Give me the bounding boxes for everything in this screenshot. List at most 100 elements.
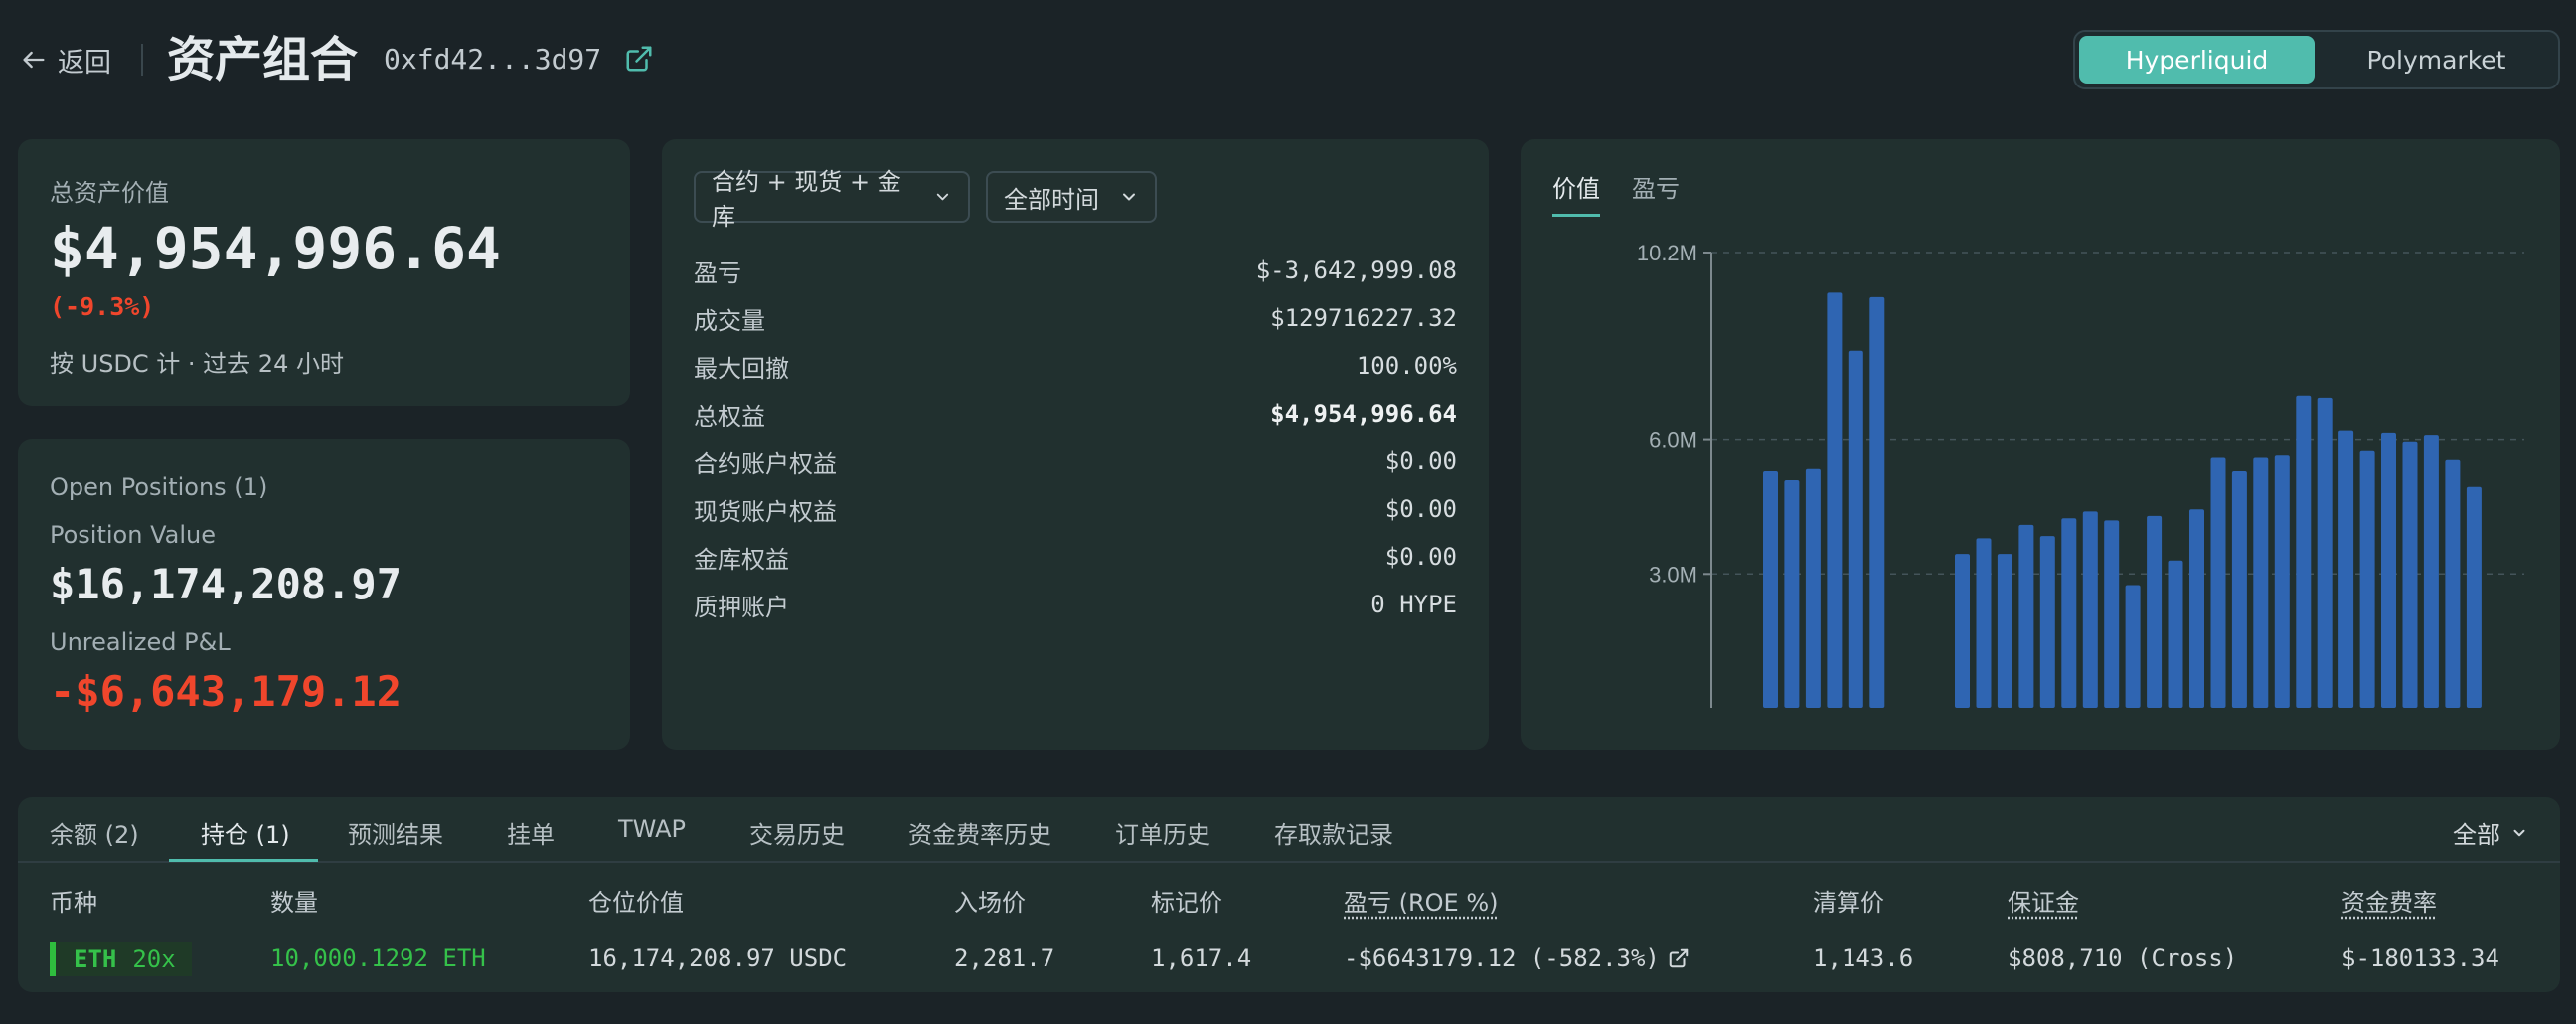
stat-label: 现货账户权益 [694, 497, 837, 526]
tab-deposits-withdrawals[interactable]: 存取款记录 [1274, 815, 1393, 863]
y-tick-label: 10.2M [1637, 241, 1697, 265]
chart-bar[interactable] [2210, 457, 2226, 709]
stat-value: 0 HYPE [1370, 591, 1457, 618]
stat-row-pnl: 盈亏 $-3,642,999.08 [694, 247, 1457, 294]
total-value: $4,954,996.64 [50, 215, 501, 282]
time-dropdown-label: 全部时间 [1004, 185, 1099, 214]
stat-row-vault-equity: 金库权益 $0.00 [694, 533, 1457, 581]
column-header[interactable]: 资金费率 [2341, 883, 2437, 918]
open-positions-title: Open Positions (1) [50, 473, 268, 501]
margin-cell: $808,710 (Cross) [2008, 944, 2238, 972]
table-filter-dropdown[interactable]: 全部 [2453, 815, 2528, 850]
chart-bar[interactable] [2104, 520, 2120, 708]
column-header[interactable]: 盈亏 (ROE %) [1344, 883, 1499, 918]
stat-row-staking: 质押账户 0 HYPE [694, 581, 1457, 628]
chart-bar[interactable] [2445, 459, 2461, 708]
chart-bar[interactable] [1784, 480, 1800, 708]
share-icon[interactable] [1668, 947, 1690, 969]
scope-dropdown-label: 合约 + 现货 + 金库 [712, 168, 901, 231]
stat-value: $-3,642,999.08 [1255, 256, 1457, 284]
stat-value: $129716227.32 [1270, 304, 1457, 332]
chart-bar[interactable] [2082, 511, 2098, 708]
chart-bar[interactable] [2147, 515, 2163, 708]
column-header[interactable]: 保证金 [2008, 883, 2079, 918]
hyperliquid-tab[interactable]: Hyperliquid [2079, 36, 2315, 84]
entry-price: 2,281.7 [954, 944, 1055, 972]
chart-bar[interactable] [1997, 554, 2012, 708]
platform-switch: Hyperliquid Polymarket [2073, 30, 2560, 89]
chart-bar[interactable] [1827, 292, 1843, 708]
external-link-icon[interactable] [624, 44, 654, 74]
stat-label: 盈亏 [694, 258, 741, 287]
tab-positions[interactable]: 持仓 (1) [201, 815, 290, 863]
y-tick-label: 6.0M [1649, 428, 1697, 453]
column-header[interactable]: 清算价 [1813, 883, 1884, 918]
chevron-down-icon [936, 193, 949, 201]
chart-bar[interactable] [2296, 395, 2312, 708]
y-tick-label: 3.0M [1649, 562, 1697, 587]
tab-balances[interactable]: 余额 (2) [50, 815, 139, 863]
back-label: 返回 [58, 47, 111, 79]
stat-label: 合约账户权益 [694, 449, 837, 478]
chart-bar[interactable] [2061, 518, 2077, 708]
tab-order-history[interactable]: 订单历史 [1115, 815, 1210, 863]
chart-bar[interactable] [2039, 536, 2055, 708]
stats-card: 合约 + 现货 + 金库 全部时间 盈亏 $-3,642,999.08 成交量 … [662, 139, 1489, 750]
open-positions-card: Open Positions (1) Position Value $16,17… [18, 439, 630, 750]
back-button[interactable]: 返回 [20, 40, 111, 80]
chart-bar[interactable] [1976, 538, 1992, 708]
chart-bar[interactable] [2253, 457, 2269, 709]
chart-bar[interactable] [2018, 524, 2034, 708]
chart-bar[interactable] [2274, 455, 2290, 708]
tab-predictions[interactable]: 预测结果 [348, 815, 443, 863]
column-header[interactable]: 币种 [50, 883, 97, 918]
chart-bar[interactable] [1955, 554, 1970, 708]
active-tab-indicator [169, 859, 318, 862]
pnl-cell: -$6643179.12 (-582.3%) [1344, 944, 1690, 972]
top-bar: 返回 资产组合 0xfd42...3d97 Hyperliquid Polyma… [0, 0, 2576, 119]
tab-pnl[interactable]: 盈亏 [1632, 169, 1680, 214]
column-header[interactable]: 标记价 [1151, 883, 1222, 918]
leverage: 20x [132, 945, 176, 973]
chart-card: 价值 盈亏 10.2M 6.0M 3.0M [1521, 139, 2560, 750]
chart-bar[interactable] [2125, 585, 2141, 709]
coin-badge[interactable]: ETH 20x [50, 942, 192, 976]
tab-value[interactable]: 价值 [1552, 169, 1600, 217]
scope-dropdown[interactable]: 合约 + 现货 + 金库 [694, 168, 970, 231]
tab-trade-history[interactable]: 交易历史 [749, 815, 845, 863]
chart-bar[interactable] [1763, 471, 1778, 708]
chart-bar[interactable] [2168, 560, 2183, 708]
column-header[interactable]: 入场价 [954, 883, 1026, 918]
page-title: 资产组合 [167, 32, 359, 87]
table-filter-label: 全部 [2453, 821, 2500, 849]
chart-bar[interactable] [1869, 296, 1885, 708]
column-header[interactable]: 数量 [270, 883, 318, 918]
chart-bar[interactable] [2231, 471, 2247, 708]
tab-open-orders[interactable]: 挂单 [507, 815, 555, 863]
stat-row-spot-equity: 现货账户权益 $0.00 [694, 485, 1457, 533]
chart-bar[interactable] [2189, 509, 2204, 708]
stat-label: 总权益 [694, 402, 765, 430]
chart-bar[interactable] [2338, 430, 2354, 708]
polymarket-tab[interactable]: Polymarket [2319, 36, 2554, 84]
chart-bar[interactable] [2359, 450, 2375, 708]
divider [141, 44, 143, 76]
tab-funding-history[interactable]: 资金费率历史 [908, 815, 1051, 863]
position-value-label: Position Value [50, 521, 216, 549]
value-bar-chart: 10.2M 6.0M 3.0M [1637, 241, 2524, 709]
chevron-down-icon [1123, 193, 1135, 201]
total-value-card: 总资产价值 $4,954,996.64 (-9.3%) 按 USDC 计 · 过… [18, 139, 630, 406]
total-value-label: 总资产价值 [50, 179, 169, 207]
chart-bar[interactable] [2423, 435, 2439, 708]
coin-symbol: ETH [74, 945, 117, 973]
chart-bar[interactable] [2466, 486, 2482, 708]
chart-bar[interactable] [1848, 350, 1863, 708]
chart-bar[interactable] [2317, 397, 2333, 708]
tab-twap[interactable]: TWAP [618, 815, 686, 863]
column-header[interactable]: 仓位价值 [588, 883, 684, 918]
chart-bar[interactable] [2381, 432, 2396, 708]
time-dropdown[interactable]: 全部时间 [986, 171, 1157, 223]
stat-row-volume: 成交量 $129716227.32 [694, 294, 1457, 342]
chart-bar[interactable] [2402, 441, 2418, 708]
chart-bar[interactable] [1805, 468, 1821, 708]
